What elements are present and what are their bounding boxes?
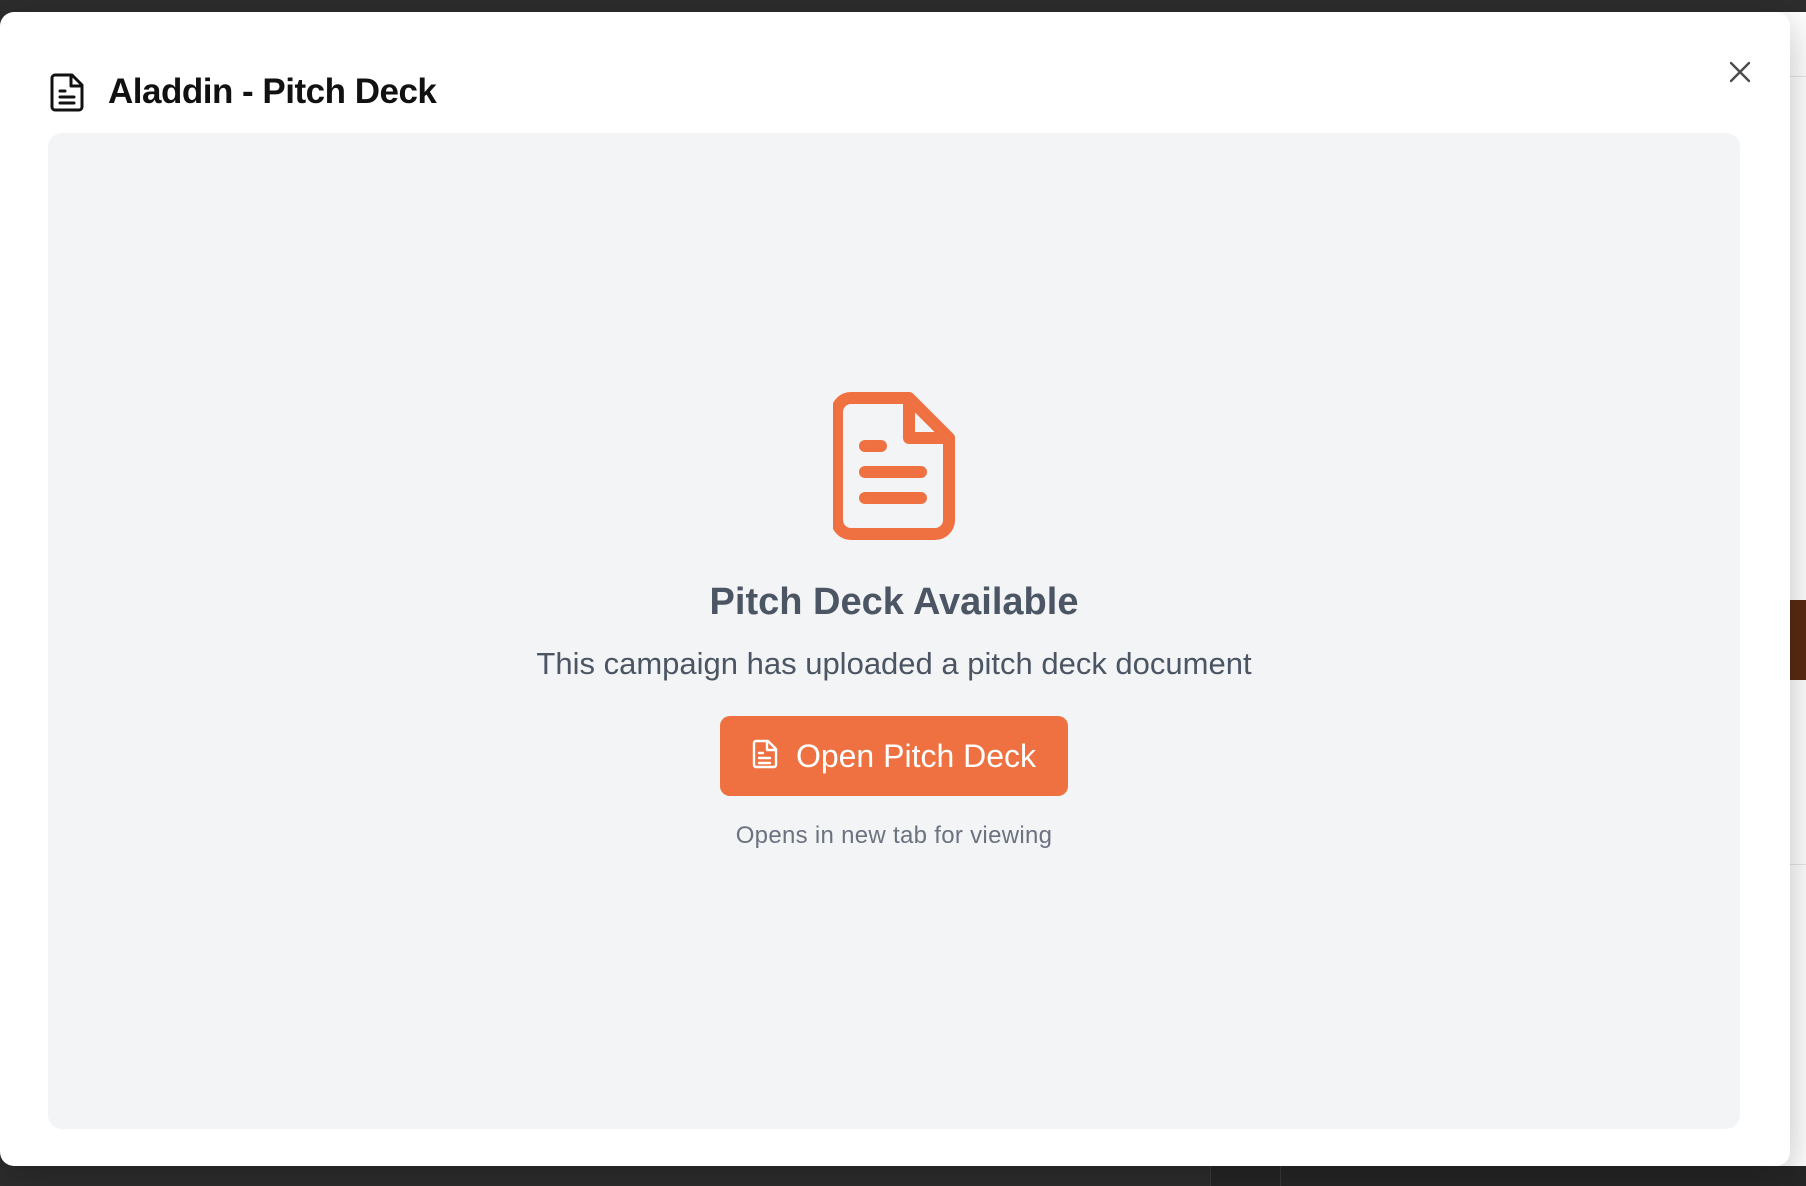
close-icon[interactable] [1728,60,1752,89]
modal-title: Aladdin - Pitch Deck [108,72,437,111]
document-icon [50,72,86,112]
pitch-deck-available-heading: Pitch Deck Available [709,581,1079,623]
open-pitch-deck-button[interactable]: Open Pitch Deck [719,716,1069,796]
modal-header: Aladdin - Pitch Deck [50,62,437,122]
open-hint-text: Opens in new tab for viewing [735,822,1053,849]
pitch-deck-preview-panel: Pitch Deck Available This campaign has u… [48,133,1740,1129]
close-button[interactable] [1722,56,1758,92]
preview-content: Pitch Deck Available This campaign has u… [48,392,1740,850]
document-icon [833,392,955,540]
open-pitch-deck-label[interactable]: Open Pitch Deck [796,716,1036,796]
background-bottom-segment [1210,1166,1281,1186]
pitch-deck-description: This campaign has uploaded a pitch deck … [536,646,1252,681]
document-icon[interactable] [752,739,778,774]
pitch-deck-modal: Aladdin - Pitch Deck Pitch Deck Availabl… [0,12,1790,1166]
background-bottom-segment [1280,1166,1806,1186]
